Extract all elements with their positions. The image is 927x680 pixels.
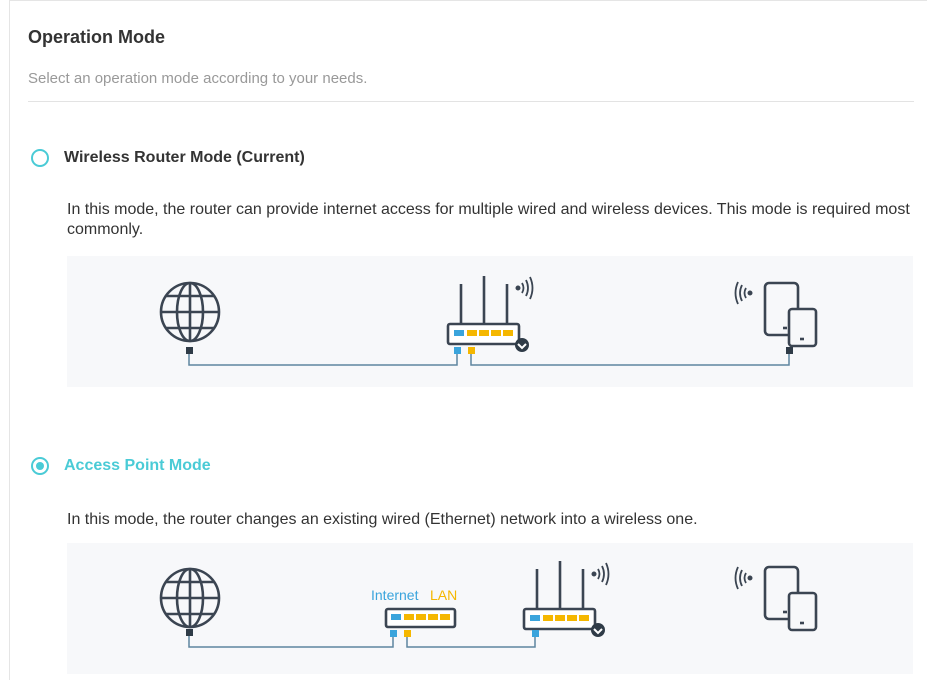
tablet-phone-icon [763,281,818,348]
access-point-mode-description: In this mode, the router changes an exis… [67,511,698,528]
globe-icon [159,567,221,629]
wireless-router-mode-option[interactable]: Wireless Router Mode (Current) [31,149,305,167]
router-internet-port [532,630,539,637]
switch-internet-port [390,630,397,637]
switch-lan-port [404,630,411,637]
wireless-router-mode-description: In this mode, the router can provide int… [67,201,910,238]
page-title: Operation Mode [28,27,166,47]
access-point-mode-diagram: Internet LAN [67,543,913,674]
page-subtitle: Select an operation mode according to yo… [28,70,368,87]
panel-left-border [9,0,10,680]
access-point-mode-label: Access Point Mode [64,457,211,474]
globe-port [186,347,193,354]
wireless-router-diagram-svg [159,276,818,366]
wireless-router-mode-label: Wireless Router Mode (Current) [64,149,305,166]
lan-port-label: LAN [430,587,457,603]
wifi-signal-icon [734,281,753,305]
router-lan-port [468,347,475,354]
router-internet-port [454,347,461,354]
internet-port-label: Internet [371,587,419,603]
access-point-diagram-svg: Internet LAN [159,561,818,648]
wireless-router-mode-diagram [67,256,913,387]
access-point-mode-radio[interactable] [31,457,49,475]
globe-port [186,629,193,636]
wireless-router-mode-radio[interactable] [31,149,49,167]
switch-icon [384,607,457,629]
tablet-phone-icon [763,565,818,632]
header-divider [28,101,914,102]
wifi-signal-icon [734,566,753,590]
access-point-mode-option[interactable]: Access Point Mode [31,457,211,475]
globe-icon [159,281,221,343]
device-port [786,347,793,354]
panel-top-border [9,0,927,1]
wifi-signal-icon [515,276,534,300]
wifi-signal-icon [591,562,610,586]
